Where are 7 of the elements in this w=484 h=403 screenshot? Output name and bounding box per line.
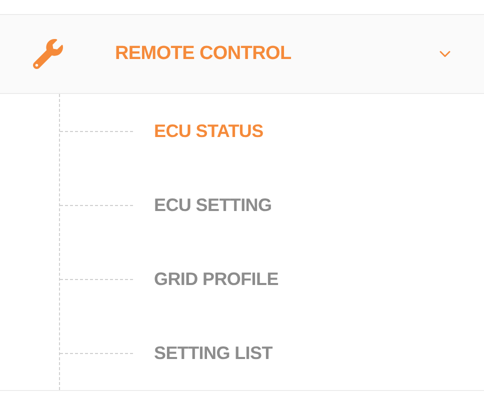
menu-title: REMOTE CONTROL [115,43,292,65]
submenu-item[interactable]: SETTING LIST [154,342,272,364]
wrench-icon [33,39,63,69]
submenu-item[interactable]: ECU STATUS [154,120,264,142]
menu-header[interactable]: REMOTE CONTROL [0,14,484,94]
submenu-item[interactable]: ECU SETTING [154,194,272,216]
submenu-item[interactable]: GRID PROFILE [154,268,278,290]
